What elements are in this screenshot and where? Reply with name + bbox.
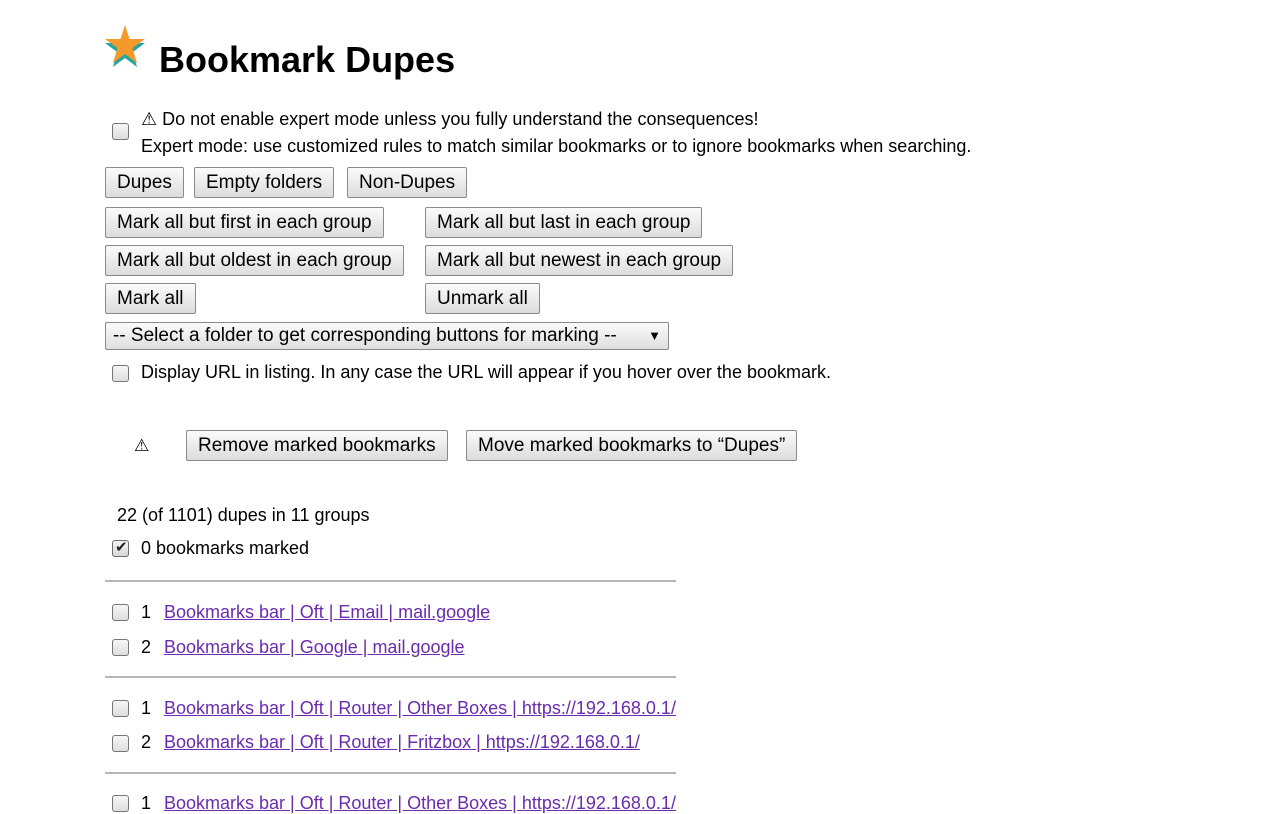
move-marked-to-dupes-button[interactable]: Move marked bookmarks to “Dupes” xyxy=(466,430,798,461)
bookmark-checkbox[interactable] xyxy=(112,700,129,717)
display-url-label: Display URL in listing. In any case the … xyxy=(141,362,831,382)
bookmark-index: 2 xyxy=(141,732,152,752)
expert-mode-label: Expert mode: use customized rules to mat… xyxy=(141,136,972,156)
bookmark-checkbox[interactable] xyxy=(112,639,129,656)
remove-marked-button[interactable]: Remove marked bookmarks xyxy=(186,430,448,461)
group-divider xyxy=(105,580,676,582)
page-title: Bookmark Dupes xyxy=(159,39,456,80)
warning-icon: ⚠ xyxy=(134,436,150,455)
mark-all-but-last-button[interactable]: Mark all but last in each group xyxy=(425,207,703,238)
mark-all-but-first-button[interactable]: Mark all but first in each group xyxy=(105,207,384,238)
bookmark-checkbox[interactable] xyxy=(112,735,129,752)
dupes-button[interactable]: Dupes xyxy=(105,167,184,198)
dupes-count: 22 (of 1101) dupes in 11 groups xyxy=(117,505,370,525)
bookmark-index: 1 xyxy=(141,698,152,718)
bookmark-index: 1 xyxy=(141,602,152,622)
bookmark-link[interactable]: Bookmarks bar | Google | mail.google xyxy=(164,636,465,658)
bookmark-link[interactable]: Bookmarks bar | Oft | Router | Other Box… xyxy=(164,697,676,719)
marked-count: 0 bookmarks marked xyxy=(141,538,310,558)
mark-all-but-oldest-button[interactable]: Mark all but oldest in each group xyxy=(105,245,404,276)
star-logo-icon xyxy=(105,25,145,67)
bookmark-link[interactable]: Bookmarks bar | Oft | Router | Other Box… xyxy=(164,792,676,814)
checkmark-icon: ✔ xyxy=(115,539,128,556)
bookmark-index: 1 xyxy=(141,793,152,813)
non-dupes-button[interactable]: Non-Dupes xyxy=(347,167,468,198)
display-url-checkbox[interactable] xyxy=(112,365,129,382)
bookmark-checkbox[interactable] xyxy=(112,795,129,812)
group-divider xyxy=(105,772,676,774)
folder-select-value: -- Select a folder to get corresponding … xyxy=(113,325,617,346)
empty-folders-button[interactable]: Empty folders xyxy=(194,167,335,198)
mark-all-button[interactable]: Mark all xyxy=(105,283,196,314)
bookmark-link[interactable]: Bookmarks bar | Oft | Email | mail.googl… xyxy=(164,601,490,623)
marked-toggle-checkbox[interactable]: ✔ xyxy=(112,539,129,557)
expert-mode-warning: ⚠ Do not enable expert mode unless you f… xyxy=(141,109,759,129)
expert-mode-checkbox[interactable] xyxy=(112,123,129,140)
bookmark-index: 2 xyxy=(141,637,152,657)
bookmark-link[interactable]: Bookmarks bar | Oft | Router | Fritzbox … xyxy=(164,731,640,753)
dropdown-arrow-icon: ▼ xyxy=(648,328,661,343)
mark-all-but-newest-button[interactable]: Mark all but newest in each group xyxy=(425,245,734,276)
folder-select[interactable]: -- Select a folder to get corresponding … xyxy=(105,322,669,350)
group-divider xyxy=(105,676,676,678)
unmark-all-button[interactable]: Unmark all xyxy=(425,283,540,314)
bookmark-checkbox[interactable] xyxy=(112,604,129,621)
